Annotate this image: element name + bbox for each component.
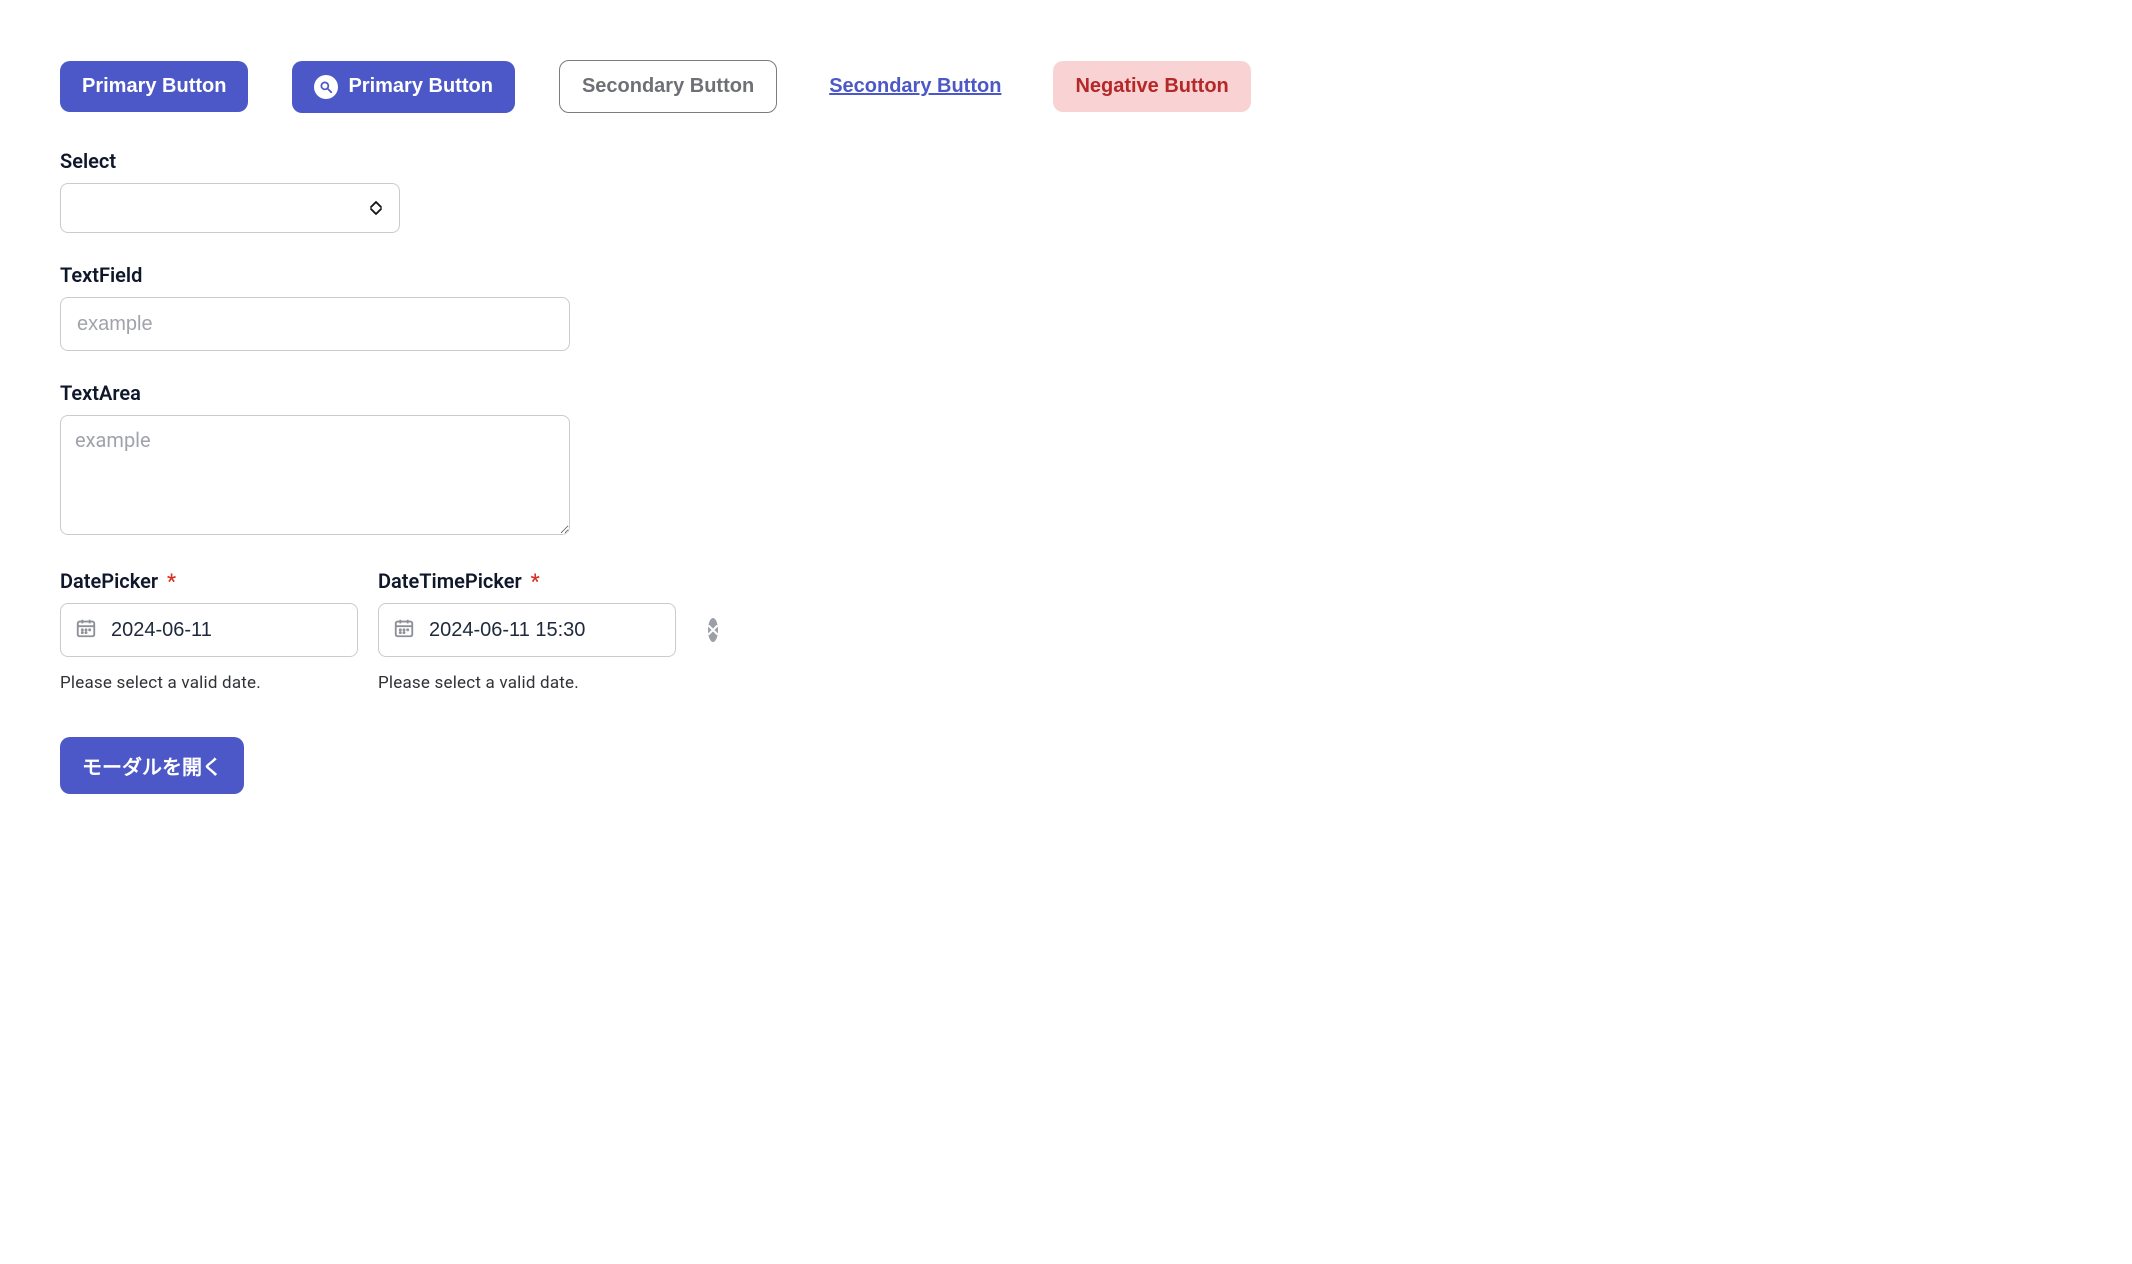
datepicker-label: DatePicker * — [60, 569, 358, 593]
datepicker-value[interactable] — [111, 619, 376, 642]
primary-button-2-label: Primary Button — [348, 75, 492, 98]
datepicker-label-text: DatePicker — [60, 569, 158, 593]
datepicker-input-wrap[interactable] — [60, 603, 358, 657]
secondary-button-link[interactable]: Secondary Button — [821, 61, 1009, 112]
datetimepicker-label: DateTimePicker * — [378, 569, 676, 593]
textfield-group: TextField — [60, 263, 2072, 351]
button-row: Primary Button Primary Button Secondary … — [60, 60, 2072, 113]
required-indicator: * — [167, 569, 176, 593]
datepicker-help: Please select a valid date. — [60, 673, 358, 693]
modal-button-wrap: モーダルを開く — [60, 737, 2072, 794]
select-label: Select — [60, 149, 2072, 173]
negative-button-label: Negative Button — [1075, 75, 1228, 98]
open-modal-button-label: モーダルを開く — [82, 751, 222, 780]
required-indicator: * — [531, 569, 540, 593]
datetimepicker-label-text: DateTimePicker — [378, 569, 522, 593]
textfield-input[interactable] — [60, 297, 570, 351]
datepicker-group: DatePicker * — [60, 569, 358, 693]
calendar-icon — [393, 617, 415, 643]
datetimepicker-value[interactable] — [429, 619, 694, 642]
select-wrap — [60, 183, 400, 233]
datetimepicker-group: DateTimePicker * — [378, 569, 676, 693]
textarea-group: TextArea — [60, 381, 2072, 539]
select-field-group: Select — [60, 149, 2072, 233]
datetimepicker-clear-button[interactable] — [708, 618, 718, 642]
open-modal-button[interactable]: モーダルを開く — [60, 737, 244, 794]
close-icon — [708, 623, 718, 638]
calendar-icon — [75, 617, 97, 643]
primary-button-1-label: Primary Button — [82, 75, 226, 98]
primary-button-2[interactable]: Primary Button — [292, 61, 514, 113]
datetimepicker-help: Please select a valid date. — [378, 673, 676, 693]
select-input[interactable] — [60, 183, 400, 233]
negative-button[interactable]: Negative Button — [1053, 61, 1250, 112]
search-icon — [314, 75, 338, 99]
primary-button-1[interactable]: Primary Button — [60, 61, 248, 112]
textarea-label: TextArea — [60, 381, 2072, 405]
textfield-label: TextField — [60, 263, 2072, 287]
secondary-button-link-label: Secondary Button — [829, 75, 1001, 98]
textarea-input[interactable] — [60, 415, 570, 535]
secondary-button-outline-label: Secondary Button — [582, 75, 754, 98]
secondary-button-outline[interactable]: Secondary Button — [559, 60, 777, 113]
date-row: DatePicker * — [60, 569, 2072, 693]
datetimepicker-input-wrap[interactable] — [378, 603, 676, 657]
